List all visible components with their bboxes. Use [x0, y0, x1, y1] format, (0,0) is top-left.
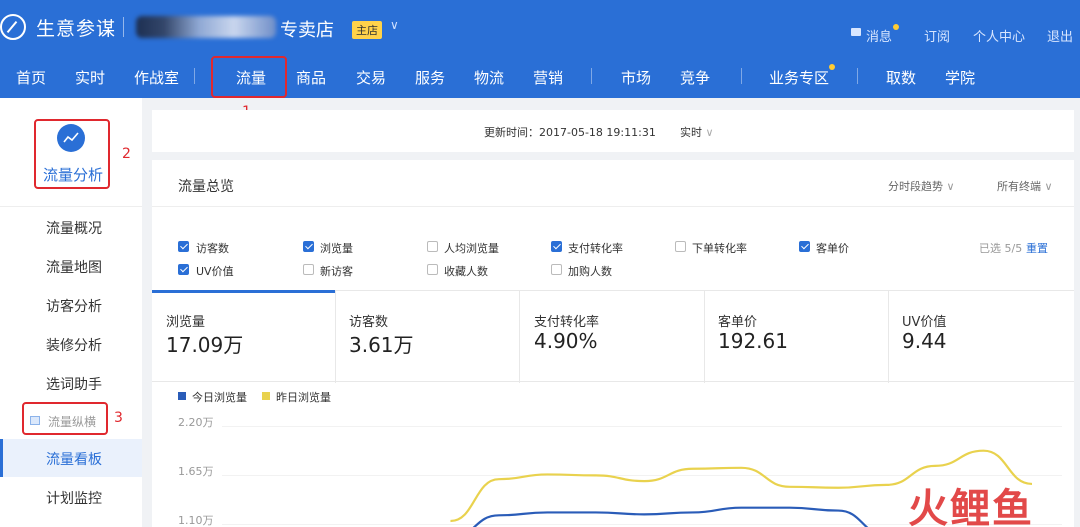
sidebar-item-traffic-overview[interactable]: 流量概况 — [46, 218, 102, 238]
brand-name: 生意参谋 — [36, 18, 117, 40]
realtime-mode-label: 实时 — [680, 126, 702, 139]
chevron-down-icon: ∨ — [702, 126, 714, 139]
annotation-box-3 — [22, 402, 108, 435]
nav-item-business-zone[interactable]: 业务专区 — [769, 67, 829, 88]
sidebar-item-decoration-analysis[interactable]: 装修分析 — [46, 335, 102, 355]
nav-item-transactions[interactable]: 交易 — [356, 67, 386, 88]
nav-item-market[interactable]: 市场 — [621, 67, 651, 88]
subscribe-link[interactable]: 订阅 — [924, 26, 950, 45]
traffic-overview-card: 流量总览 分时段趋势 ∨ 所有终端 ∨ 访客数 浏览量 人均浏览量 支付转化率 … — [152, 160, 1074, 527]
today-traffic-line — [472, 506, 869, 527]
notification-dot — [893, 24, 899, 30]
sidebar-divider — [0, 206, 142, 207]
compass-logo-icon — [0, 14, 26, 40]
nav-item-war-room[interactable]: 作战室 — [134, 67, 179, 88]
shop-badge: 主店 — [352, 21, 382, 39]
nav-item-products[interactable]: 商品 — [296, 67, 326, 88]
annotation-box-2 — [34, 119, 110, 189]
nav-item-academy[interactable]: 学院 — [945, 67, 975, 88]
sidebar-item-visitor-analysis[interactable]: 访客分析 — [46, 296, 102, 316]
nav-divider — [741, 68, 742, 84]
nav-divider — [591, 68, 592, 84]
nav-divider — [194, 68, 195, 84]
traffic-trend-chart — [450, 449, 1033, 527]
shop-name[interactable]: 专卖店 — [280, 16, 334, 42]
nav-item-competition[interactable]: 竞争 — [680, 67, 710, 88]
mail-icon[interactable] — [851, 28, 861, 36]
nav-item-home[interactable]: 首页 — [16, 67, 46, 88]
update-bar: 更新时间：2017-05-18 19:11:31 实时 ∨ — [152, 110, 1074, 152]
notification-dot — [829, 64, 835, 70]
sidebar-item-traffic-map[interactable]: 流量地图 — [46, 257, 102, 277]
logout-link[interactable]: 退出 — [1047, 26, 1073, 45]
nav-item-realtime[interactable]: 实时 — [75, 67, 105, 88]
nav-item-logistics[interactable]: 物流 — [474, 67, 504, 88]
annotation-number-3: 3 — [114, 410, 123, 426]
sidebar-item-plan-monitor[interactable]: 计划监控 — [46, 488, 102, 508]
sidebar-item-traffic-board[interactable]: 流量看板 — [46, 449, 102, 469]
profile-link[interactable]: 个人中心 — [973, 26, 1025, 45]
brand-divider — [123, 17, 124, 37]
chevron-down-icon[interactable]: ∨ — [390, 18, 399, 32]
nav-item-marketing[interactable]: 营销 — [533, 67, 563, 88]
nav-divider — [857, 68, 858, 84]
realtime-mode-select[interactable]: 实时 ∨ — [680, 124, 714, 140]
shop-name-redacted — [136, 16, 276, 38]
nav-item-data-fetch[interactable]: 取数 — [886, 67, 916, 88]
top-header: 生意参谋 专卖店 主店 ∨ 消息 订阅 个人中心 退出 首页 实时 作战室 流量… — [0, 0, 1080, 98]
nav-item-service[interactable]: 服务 — [415, 67, 445, 88]
annotation-box-1 — [211, 56, 287, 98]
update-time: 更新时间：2017-05-18 19:11:31 — [484, 126, 656, 139]
sidebar-item-keyword-helper[interactable]: 选词助手 — [46, 374, 102, 394]
annotation-number-2: 2 — [122, 146, 131, 162]
watermark-logo: 火鲤鱼 — [908, 486, 1034, 527]
messages-link[interactable]: 消息 — [866, 26, 892, 45]
